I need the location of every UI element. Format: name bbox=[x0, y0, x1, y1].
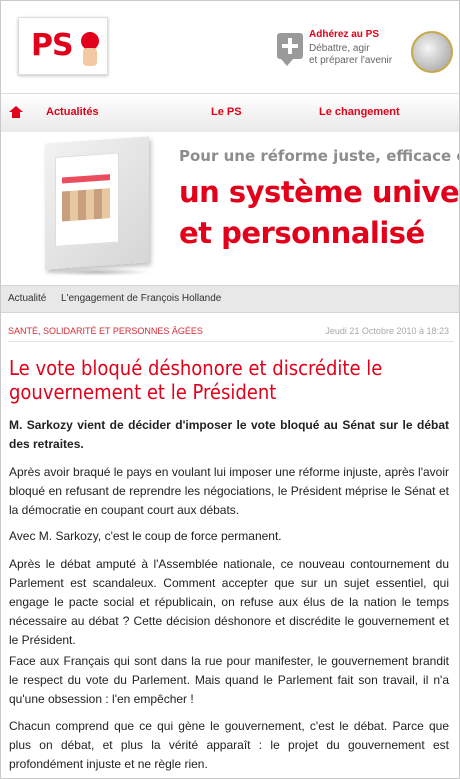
banner-line-3: et personnalisé bbox=[179, 216, 425, 250]
join-subtitle: Débattre, agir et préparer l'avenir bbox=[309, 43, 393, 66]
article-title-line: gouvernement et le Président bbox=[9, 380, 277, 404]
brochure-image bbox=[45, 136, 149, 270]
article-paragraph: Après avoir braqué le pays en voulant lu… bbox=[9, 465, 449, 517]
site-header: PS Adhérez au PS Débattre, agir et prépa… bbox=[1, 1, 459, 91]
breadcrumb-item-engagement[interactable]: L'engagement de François Hollande bbox=[61, 293, 221, 304]
nav-item-le-changement[interactable]: Le changement bbox=[319, 106, 400, 118]
divider bbox=[8, 341, 454, 342]
breadcrumb-item-actualite[interactable]: Actualité bbox=[8, 293, 46, 304]
breadcrumb: Actualité L'engagement de François Holla… bbox=[1, 285, 459, 313]
home-icon[interactable] bbox=[9, 106, 23, 118]
nav-item-actualites[interactable]: Actualités bbox=[46, 106, 99, 118]
ps-logo[interactable]: PS bbox=[18, 17, 108, 75]
banner-line-2: un système univer bbox=[179, 175, 460, 209]
banner-line-1: Pour une réforme juste, efficace e bbox=[179, 147, 460, 165]
article-lead: M. Sarkozy vient de décider d'imposer le… bbox=[9, 418, 449, 451]
main-nav: Actualités Le PS Le changement bbox=[1, 93, 459, 133]
logo-text: PS bbox=[31, 28, 74, 63]
article-date: Jeudi 21 Octobre 2010 à 18:23 bbox=[325, 326, 449, 336]
add-icon-tail bbox=[281, 59, 293, 66]
article-title-line: Le vote bloqué déshonore et discrédite l… bbox=[9, 356, 383, 380]
article-paragraph: Après le débat amputé à l'Assemblée nati… bbox=[9, 557, 449, 647]
page-frame: PS Adhérez au PS Débattre, agir et prépa… bbox=[0, 0, 460, 779]
euro-coin-icon[interactable] bbox=[411, 31, 453, 73]
promo-banner[interactable]: Pour une réforme juste, efficace e un sy… bbox=[1, 132, 459, 282]
article-title: Le vote bloqué déshonore et discrédite l… bbox=[9, 356, 449, 404]
nav-item-le-ps[interactable]: Le PS bbox=[211, 106, 242, 118]
article-paragraph: Avec M. Sarkozy, c'est le coup de force … bbox=[9, 529, 282, 543]
fist-icon bbox=[83, 48, 97, 66]
join-link[interactable]: Adhérez au PS bbox=[309, 29, 379, 40]
add-icon[interactable] bbox=[277, 33, 303, 59]
article-paragraph: Face aux Français qui sont dans la rue p… bbox=[9, 654, 449, 706]
article-paragraph: Chacun comprend que ce qui gène le gouve… bbox=[9, 719, 449, 771]
article-category[interactable]: Santé, solidarité et personnes âgées bbox=[8, 326, 203, 336]
